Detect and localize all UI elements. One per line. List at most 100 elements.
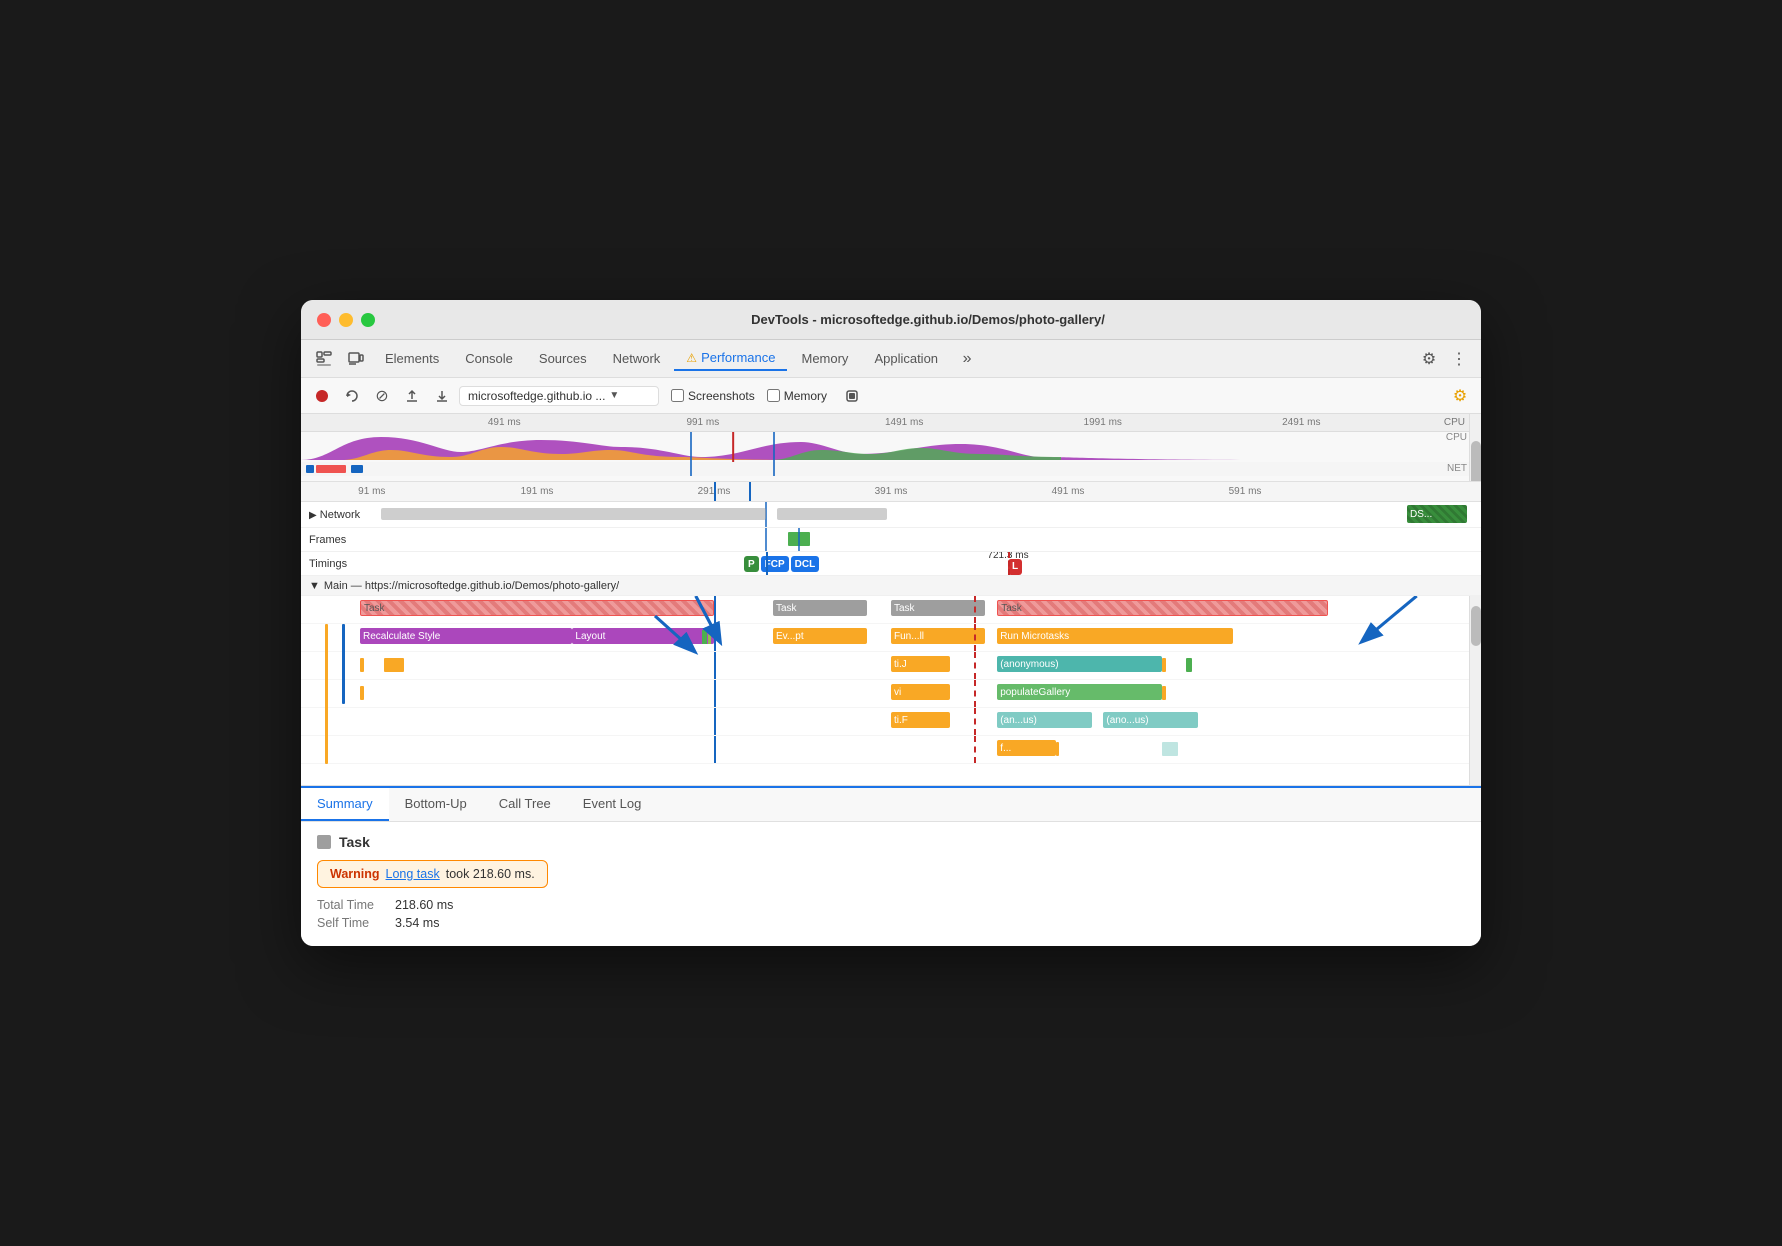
main-flame-area[interactable]: Task Task Task Task — [301, 596, 1481, 786]
badge-fcp: FCP — [761, 556, 789, 572]
main-header-row: ▼ Main — https://microsoftedge.github.io… — [301, 576, 1481, 596]
badge-dcl: DCL — [791, 556, 820, 572]
traffic-lights — [317, 313, 375, 327]
task-bar-4[interactable]: Task — [997, 600, 1327, 616]
long-task-link[interactable]: Long task — [386, 867, 440, 881]
cpu-label: CPU — [1444, 417, 1465, 428]
inspect-icon[interactable] — [309, 344, 339, 374]
bottom-panel: Summary Bottom-Up Call Tree Event Log Ta… — [301, 786, 1481, 946]
memory-checkbox[interactable]: Memory — [767, 389, 827, 403]
badge-p: P — [744, 556, 759, 572]
devtools-window: DevTools - microsoftedge.github.io/Demos… — [301, 300, 1481, 946]
evpt-bar[interactable]: Ev...pt — [773, 628, 867, 644]
total-time-label: Total Time — [317, 898, 387, 912]
self-time-value: 3.54 ms — [395, 916, 439, 930]
warning-label: Warning — [330, 867, 380, 881]
overview-time-2: 991 ms — [686, 417, 719, 428]
timeline-container: 491 ms 991 ms 1491 ms 1991 ms 2491 ms CP… — [301, 414, 1481, 946]
overview-time-5: 2491 ms — [1282, 417, 1320, 428]
an-us-bar[interactable]: (an...us) — [997, 712, 1091, 728]
overview-time-1: 491 ms — [488, 417, 521, 428]
tick-391: 391 ms — [875, 486, 908, 497]
tab-summary[interactable]: Summary — [301, 788, 389, 821]
clear-button[interactable]: ⊘ — [369, 383, 395, 409]
overview-area[interactable]: 491 ms 991 ms 1491 ms 1991 ms 2491 ms CP… — [301, 414, 1481, 482]
tab-call-tree[interactable]: Call Tree — [483, 788, 567, 821]
reload-button[interactable] — [339, 383, 365, 409]
more-tabs-icon[interactable]: » — [952, 344, 982, 374]
time-ruler: 91 ms 191 ms 291 ms 391 ms 491 ms 591 ms — [301, 482, 1481, 502]
screenshots-checkbox[interactable]: Screenshots — [671, 389, 755, 403]
run-microtasks-bar[interactable]: Run Microtasks — [997, 628, 1233, 644]
minimize-button[interactable] — [339, 313, 353, 327]
overview-time-4: 1991 ms — [1084, 417, 1122, 428]
task-bar-2[interactable]: Task — [773, 600, 867, 616]
download-button[interactable] — [429, 383, 455, 409]
ano-us-bar[interactable]: (ano...us) — [1103, 712, 1197, 728]
tab-performance[interactable]: ⚠ Performance — [674, 346, 787, 371]
title-bar: DevTools - microsoftedge.github.io/Demos… — [301, 300, 1481, 340]
tab-elements[interactable]: Elements — [373, 347, 451, 370]
populate-gallery-bar[interactable]: populateGallery — [997, 684, 1162, 700]
vi-bar[interactable]: vi — [891, 684, 950, 700]
close-button[interactable] — [317, 313, 331, 327]
tab-console[interactable]: Console — [453, 347, 525, 370]
task-title-row: Task — [317, 834, 1465, 850]
network-content: DS... — [381, 502, 1481, 527]
tab-network[interactable]: Network — [601, 347, 673, 370]
frames-track[interactable]: Frames — [301, 528, 1481, 552]
tab-bottom-up[interactable]: Bottom-Up — [389, 788, 483, 821]
url-display[interactable]: microsoftedge.github.io ... ▼ — [459, 386, 659, 406]
summary-content: Task Warning Long task took 218.60 ms. T… — [301, 822, 1481, 946]
task-icon — [317, 835, 331, 849]
performance-toolbar: ⊘ microsoftedge.github.io ... ▼ Screensh… — [301, 378, 1481, 414]
total-time-row: Total Time 218.60 ms — [317, 898, 1465, 912]
network-label: ▶ Network — [301, 509, 381, 521]
recalc-style-bar[interactable]: Recalculate Style — [360, 628, 572, 644]
task-bar-1[interactable]: Task — [360, 600, 714, 616]
tij-bar[interactable]: ti.J — [891, 656, 950, 672]
funii-bar[interactable]: Fun...ll — [891, 628, 985, 644]
timing-badges: P FCP DCL — [744, 556, 819, 572]
device-icon[interactable] — [341, 344, 371, 374]
cpu-throttle-icon[interactable] — [839, 383, 865, 409]
cpu-right-label: CPU — [1446, 432, 1467, 443]
maximize-button[interactable] — [361, 313, 375, 327]
performance-settings-icon[interactable]: ⚙ — [1447, 383, 1473, 409]
timings-label: Timings — [301, 558, 381, 570]
timings-content: P FCP DCL L 721.3 ms — [381, 552, 1481, 575]
net-right-label: NET — [1447, 463, 1467, 474]
main-scrollbar[interactable] — [1469, 596, 1481, 785]
total-time-value: 218.60 ms — [395, 898, 453, 912]
tab-bar: Elements Console Sources Network ⚠ Perfo… — [301, 340, 1481, 378]
warning-text: took 218.60 ms. — [446, 867, 535, 881]
tab-event-log[interactable]: Event Log — [567, 788, 658, 821]
upload-button[interactable] — [399, 383, 425, 409]
frames-content — [381, 528, 1481, 551]
self-time-label: Self Time — [317, 916, 387, 930]
frames-label: Frames — [301, 534, 381, 546]
layout-bar[interactable]: Layout — [572, 628, 714, 644]
task-bar-3[interactable]: Task — [891, 600, 985, 616]
more-options-icon[interactable]: ⋮ — [1445, 345, 1473, 373]
tick-191: 191 ms — [521, 486, 554, 497]
tick-91: 91 ms — [358, 486, 385, 497]
network-track[interactable]: ▶ Network DS... — [301, 502, 1481, 528]
main-timeline[interactable]: 91 ms 191 ms 291 ms 391 ms 491 ms 591 ms… — [301, 482, 1481, 786]
tick-591: 591 ms — [1229, 486, 1262, 497]
tif-bar[interactable]: ti.F — [891, 712, 950, 728]
ds-bar: DS... — [1407, 505, 1467, 523]
overview-scrollbar[interactable] — [1469, 414, 1481, 481]
overview-time-3: 1491 ms — [885, 417, 923, 428]
tab-application[interactable]: Application — [862, 347, 950, 370]
settings-gear-icon[interactable]: ⚙ — [1415, 345, 1443, 373]
self-time-row: Self Time 3.54 ms — [317, 916, 1465, 930]
toolbar-options: Screenshots Memory — [671, 383, 865, 409]
timings-track[interactable]: Timings P FCP DCL L 721.3 ms — [301, 552, 1481, 576]
f-bar[interactable]: f... — [997, 740, 1056, 756]
bottom-tabs: Summary Bottom-Up Call Tree Event Log — [301, 788, 1481, 822]
anonymous-bar[interactable]: (anonymous) — [997, 656, 1162, 672]
record-button[interactable] — [309, 383, 335, 409]
tab-sources[interactable]: Sources — [527, 347, 599, 370]
tab-memory[interactable]: Memory — [789, 347, 860, 370]
